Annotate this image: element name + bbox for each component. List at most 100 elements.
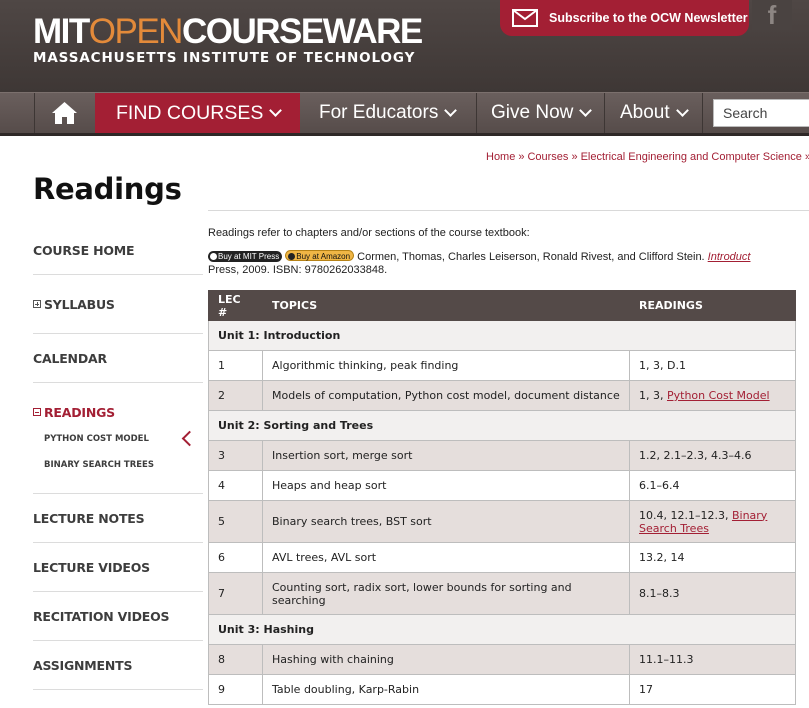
sidebar-item-calendar[interactable]: CALENDAR: [33, 351, 203, 366]
sidebar-divider: [33, 542, 203, 543]
sidebar-item-assignments[interactable]: ASSIGNMENTS: [33, 658, 203, 673]
sidebar-item-label: READINGS: [44, 405, 115, 420]
nav-find-courses[interactable]: FIND COURSES: [95, 93, 300, 133]
table-row: 9 Table doubling, Karp-Rabin 17: [208, 674, 796, 705]
lec-reading: 13.2, 14: [629, 542, 796, 573]
chevron-down-icon: [675, 104, 689, 117]
main-nav: FIND COURSES For Educators Give Now Abou…: [0, 92, 809, 136]
lec-topic: AVL trees, AVL sort: [262, 542, 630, 573]
reading-text: 10.4, 12.1–12.3,: [639, 508, 732, 522]
sidebar-item-lecture-notes[interactable]: LECTURE NOTES: [33, 511, 203, 526]
sidebar-divider: [33, 493, 203, 494]
lec-topic: Hashing with chaining: [262, 644, 630, 675]
lec-number: 5: [208, 500, 263, 543]
sidebar-divider: [33, 382, 203, 383]
lec-topic: Counting sort, radix sort, lower bounds …: [262, 572, 630, 615]
newsletter-subscribe-button[interactable]: Subscribe to the OCW Newsletter: [500, 0, 749, 36]
badge-label: Buy at MIT Press: [218, 252, 280, 261]
sidebar-item-label: ASSIGNMENTS: [33, 658, 133, 673]
badge-label: Buy at Amazon: [296, 252, 351, 261]
buy-icon: [288, 253, 296, 260]
table-row: 2 Models of computation, Python cost mod…: [208, 380, 796, 411]
buy-mit-press-button[interactable]: Buy at MIT Press: [208, 251, 283, 262]
chevron-down-icon: [444, 104, 458, 117]
sidebar-divider: [33, 640, 203, 641]
lec-number: 2: [208, 380, 263, 411]
sidebar-item-readings[interactable]: READINGS: [33, 405, 203, 420]
readings-table: LEC # TOPICS READINGS Unit 1: Introducti…: [208, 290, 796, 705]
chevron-left-icon[interactable]: [181, 430, 198, 447]
nav-give-now-label: Give Now: [491, 102, 574, 123]
home-icon: [51, 102, 77, 124]
sidebar-item-label: LECTURE NOTES: [33, 511, 145, 526]
reading-text: 1, 3, D.1: [639, 359, 686, 372]
nav-find-courses-label: FIND COURSES: [116, 101, 264, 124]
sidebar-divider: [33, 689, 203, 690]
citation-line: Buy at MIT Press Buy at Amazon Cormen, T…: [208, 250, 809, 264]
reading-text: 1.2, 2.1–2.3, 4.3–4.6: [639, 449, 752, 462]
chevron-down-icon: [579, 104, 593, 117]
breadcrumb-separator: »: [571, 151, 578, 163]
sidebar-item-lecture-videos[interactable]: LECTURE VIDEOS: [33, 560, 203, 575]
collapse-minus-icon[interactable]: [33, 408, 41, 416]
nav-for-educators[interactable]: For Educators: [301, 93, 476, 133]
header-topics: TOPICS: [262, 290, 630, 321]
chevron-down-icon: [269, 104, 283, 117]
reading-text: 1, 3,: [639, 389, 667, 402]
sidebar-item-label: LECTURE VIDEOS: [33, 560, 150, 575]
lec-number: 6: [208, 542, 263, 573]
breadcrumb-separator: »: [518, 151, 525, 163]
breadcrumb-courses[interactable]: Courses: [527, 151, 568, 163]
table-row: 8 Hashing with chaining 11.1–11.3: [208, 644, 796, 675]
facebook-icon[interactable]: f: [752, 0, 792, 30]
book-title-link[interactable]: Introduct: [708, 251, 751, 263]
unit-heading: Unit 3: Hashing: [208, 614, 796, 645]
python-cost-model-link[interactable]: Python Cost Model: [667, 389, 770, 402]
site-logo[interactable]: MITOPENCOURSEWARE MASSACHUSETTS INSTITUT…: [33, 14, 423, 67]
envelope-icon: [512, 9, 538, 27]
unit-row: Unit 3: Hashing: [208, 614, 796, 645]
unit-row: Unit 2: Sorting and Trees: [208, 410, 796, 441]
nav-home-button[interactable]: [34, 93, 94, 133]
sidebar-divider: [33, 274, 203, 275]
logo-subtitle: MASSACHUSETTS INSTITUTE OF TECHNOLOGY: [33, 50, 416, 66]
sidebar-item-syllabus[interactable]: SYLLABUS: [33, 297, 203, 312]
lec-topic: Algorithmic thinking, peak finding: [262, 350, 630, 381]
breadcrumb-department[interactable]: Electrical Engineering and Computer Scie…: [581, 151, 802, 163]
buy-amazon-button[interactable]: Buy at Amazon: [285, 250, 355, 261]
sidebar-item-course-home[interactable]: COURSE HOME: [33, 243, 203, 258]
title-divider: [208, 210, 809, 211]
textbook-citation: Buy at MIT Press Buy at Amazon Cormen, T…: [208, 250, 809, 277]
lec-number: 7: [208, 572, 263, 615]
lec-reading: 1, 3, D.1: [629, 350, 796, 381]
sidebar-subitem-binary-search-trees[interactable]: BINARY SEARCH TREES: [44, 460, 154, 470]
sidebar-item-recitation-videos[interactable]: RECITATION VIDEOS: [33, 609, 203, 624]
buy-icon: [210, 253, 217, 260]
unit-heading: Unit 2: Sorting and Trees: [208, 410, 796, 441]
lec-reading: 11.1–11.3: [629, 644, 796, 675]
lec-reading: 10.4, 12.1–12.3, Binary Search Trees: [629, 500, 796, 543]
lec-topic: Binary search trees, BST sort: [262, 500, 630, 543]
breadcrumb-separator: »: [805, 151, 809, 163]
lec-number: 4: [208, 470, 263, 501]
table-row: 1 Algorithmic thinking, peak finding 1, …: [208, 350, 796, 381]
header-readings: READINGS: [629, 290, 796, 321]
sidebar-item-label: CALENDAR: [33, 351, 107, 366]
unit-row: Unit 1: Introduction: [208, 320, 796, 351]
expand-plus-icon[interactable]: [33, 300, 41, 308]
table-row: 4 Heaps and heap sort 6.1–6.4: [208, 470, 796, 501]
sidebar-item-label: SYLLABUS: [44, 297, 115, 312]
sidebar-subitem-python-cost-model[interactable]: PYTHON COST MODEL: [44, 434, 149, 444]
reading-text: 17: [639, 683, 653, 696]
citation-publisher: Press, 2009. ISBN: 9780262033848.: [208, 264, 388, 276]
table-row: 3 Insertion sort, merge sort 1.2, 2.1–2.…: [208, 440, 796, 471]
breadcrumb-home[interactable]: Home: [486, 151, 515, 163]
search-input[interactable]: [713, 99, 809, 127]
sidebar-item-label: COURSE HOME: [33, 243, 135, 258]
nav-about[interactable]: About: [605, 93, 702, 133]
sidebar-divider: [33, 591, 203, 592]
nav-give-now[interactable]: Give Now: [477, 93, 604, 133]
table-row: 7 Counting sort, radix sort, lower bound…: [208, 572, 796, 615]
header-lec: LEC #: [208, 290, 263, 321]
site-header: MITOPENCOURSEWARE MASSACHUSETTS INSTITUT…: [0, 0, 809, 92]
